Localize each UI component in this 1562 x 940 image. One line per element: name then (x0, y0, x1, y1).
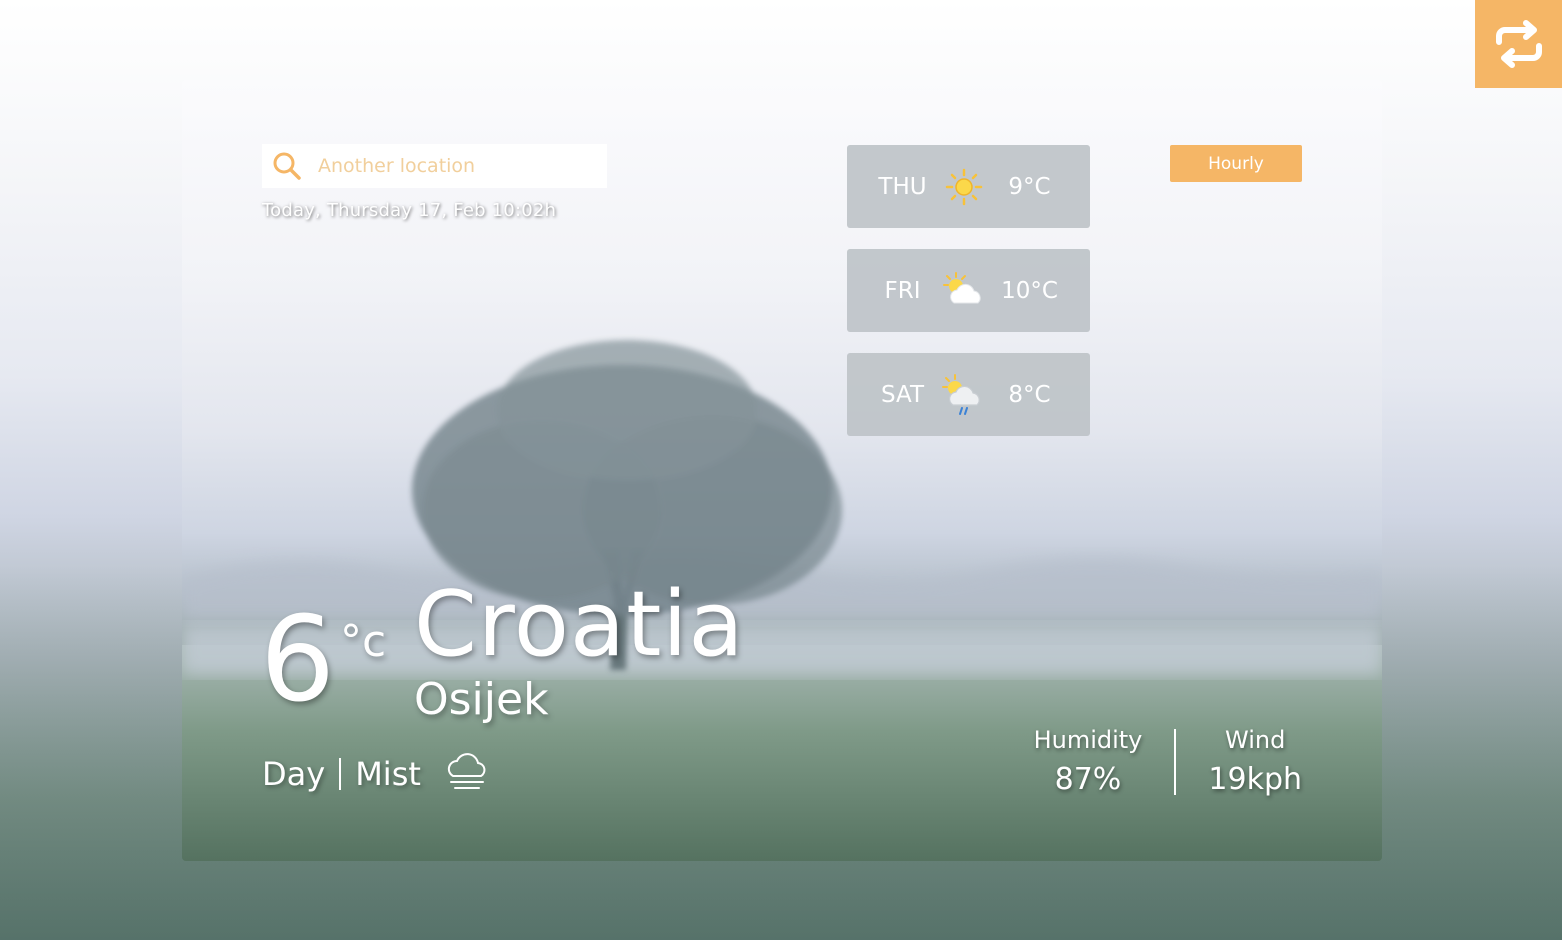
swap-arrows-icon (1495, 20, 1542, 68)
location-search-bar[interactable] (262, 144, 607, 188)
current-date-time: Today, Thursday 17, Feb 10:02h (262, 200, 557, 221)
humidity-value: 87% (1054, 762, 1122, 797)
wind-stat: Wind 19kph (1208, 726, 1302, 797)
swap-view-button[interactable] (1475, 0, 1562, 88)
condition-label: Mist (355, 755, 421, 793)
partly-cloudy-icon (938, 268, 990, 314)
current-conditions: Day Mist (262, 748, 491, 800)
forecast-temp: 10°C (1001, 277, 1058, 304)
forecast-day: THU (878, 173, 927, 200)
sun-icon (938, 164, 990, 210)
temperature-unit: °c (340, 616, 387, 667)
rain-shower-icon (938, 372, 990, 418)
humidity-label: Humidity (1033, 726, 1143, 754)
humidity-stat: Humidity 87% (1034, 726, 1143, 797)
forecast-temp: 9°C (1008, 173, 1051, 200)
mist-cloud-icon (443, 748, 491, 800)
forecast-item-sat[interactable]: SAT 8°C (847, 353, 1090, 436)
stats-divider (1174, 728, 1177, 795)
weather-stats: Humidity 87% Wind 19kph (1034, 726, 1302, 797)
forecast-day: FRI (884, 277, 921, 304)
forecast-item-fri[interactable]: FRI 10°C (847, 249, 1090, 332)
conditions-divider (339, 758, 342, 790)
forecast-list: THU 9°C FRI 10°C SAT 8°C (847, 145, 1090, 457)
day-period-label: Day (262, 755, 326, 793)
search-icon (273, 152, 301, 180)
wind-label: Wind (1225, 726, 1286, 754)
forecast-temp: 8°C (1008, 381, 1051, 408)
city-name: Osijek (414, 674, 549, 725)
wind-value: 19kph (1208, 762, 1302, 797)
hourly-toggle-button[interactable]: Hourly (1170, 145, 1302, 182)
current-temperature: 6 (260, 590, 336, 728)
forecast-item-thu[interactable]: THU 9°C (847, 145, 1090, 228)
weather-card: Today, Thursday 17, Feb 10:02h THU 9°C F… (182, 80, 1382, 861)
location-search-input[interactable] (316, 154, 600, 178)
forecast-day: SAT (880, 381, 925, 408)
country-name: Croatia (414, 572, 745, 677)
